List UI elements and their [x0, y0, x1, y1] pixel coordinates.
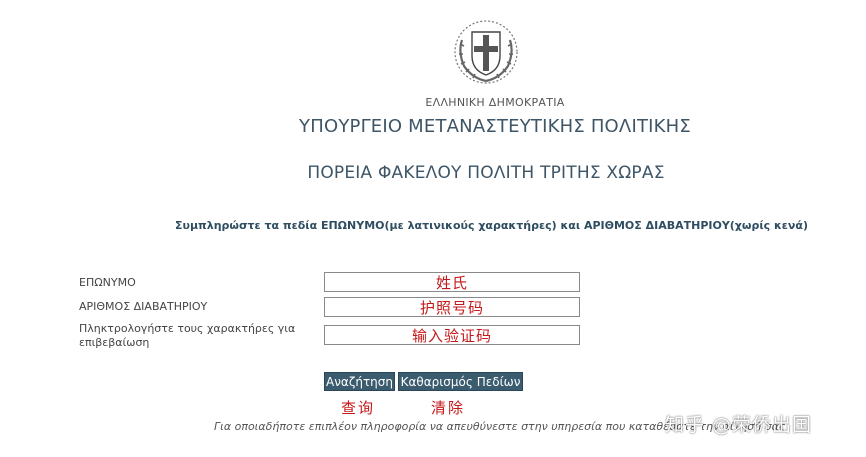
passport-input-value: 护照号码 [419, 298, 484, 317]
passport-number-input[interactable]: 护照号码 [324, 297, 580, 317]
surname-input-value: 姓氏 [435, 273, 468, 292]
instruction-text: Συμπληρώστε τα πεδία ΕΠΩΝΥΜΟ(με λατινικο… [175, 219, 809, 232]
search-button[interactable]: Αναζήτηση [324, 372, 395, 391]
clear-fields-button[interactable]: Καθαρισμός Πεδίων [398, 372, 523, 391]
search-annotation: 查询 [341, 399, 376, 417]
clear-annotation: 清除 [431, 399, 466, 417]
surname-label: ΕΠΩΝΥΜΟ [79, 276, 136, 289]
captcha-input-value: 输入验证码 [411, 326, 492, 345]
ministry-title: ΥΠΟΥΡΓΕΙΟ ΜΕΤΑΝΑΣΤΕΥΤΙΚΗΣ ΠΟΛΙΤΙΚΗΣ [299, 116, 691, 137]
captcha-label: Πληκτρολογήστε τους χαρακτήρες για επιβε… [79, 322, 296, 349]
greek-coat-of-arms-icon [454, 20, 518, 84]
captcha-input[interactable]: 输入验证码 [324, 325, 580, 345]
watermark: 知乎 @荣侨出国 [665, 414, 813, 436]
surname-input[interactable]: 姓氏 [324, 272, 580, 292]
passport-label: ΑΡΙΘΜΟΣ ΔΙΑΒΑΤΗΡΙΟΥ [79, 300, 208, 313]
page-title: ΠΟΡΕΙΑ ΦΑΚΕΛΟΥ ΠΟΛΙΤΗ ΤΡΙΤΗΣ ΧΩΡΑΣ [307, 163, 665, 183]
republic-name: ΕΛΛΗΝΙΚΗ ΔΗΜΟΚΡΑΤΙΑ [425, 96, 565, 109]
